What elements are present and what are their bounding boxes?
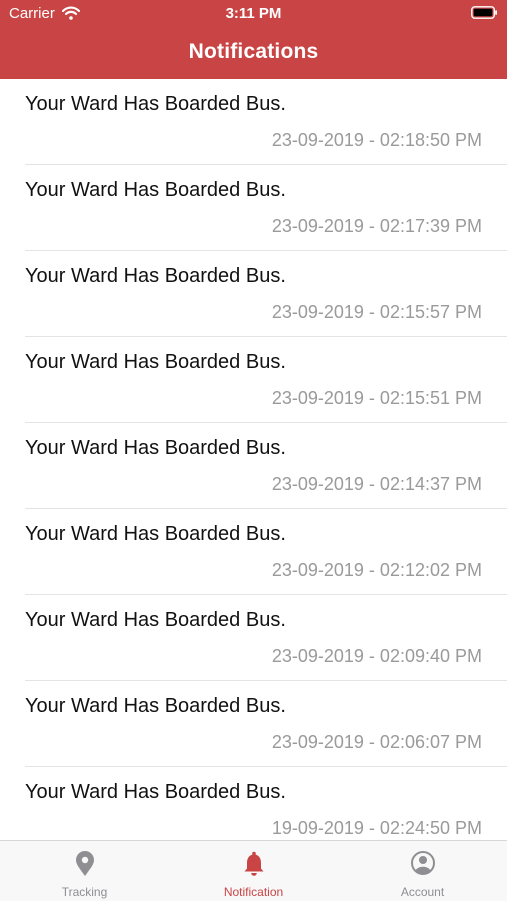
- notification-timestamp: 23-09-2019 - 02:18:50 PM: [271, 130, 482, 150]
- clock-time: 3:11 PM: [225, 5, 282, 22]
- location-pin-icon: [76, 851, 94, 876]
- tab-account[interactable]: Account: [338, 841, 507, 901]
- page-title: Notifications: [188, 40, 319, 63]
- notification-row[interactable]: Your Ward Has Boarded Bus. 23-09-2019 - 0…: [0, 165, 507, 251]
- notification-message: Your Ward Has Boarded Bus.: [25, 523, 286, 545]
- notification-row[interactable]: Your Ward Has Boarded Bus. 23-09-2019 - 0…: [0, 509, 507, 595]
- notification-row[interactable]: Your Ward Has Boarded Bus. 23-09-2019 - 0…: [0, 337, 507, 423]
- notification-row[interactable]: Your Ward Has Boarded Bus. 23-09-2019 - 0…: [0, 681, 507, 767]
- notification-timestamp: 19-09-2019 - 02:24:50 PM: [271, 818, 482, 838]
- tab-label: Notification: [223, 885, 284, 899]
- notification-message: Your Ward Has Boarded Bus.: [25, 93, 286, 115]
- notification-timestamp: 23-09-2019 - 02:14:37 PM: [271, 474, 482, 494]
- notification-message: Your Ward Has Boarded Bus.: [25, 351, 286, 373]
- notification-row[interactable]: Your Ward Has Boarded Bus. 23-09-2019 - 0…: [0, 595, 507, 681]
- notification-timestamp: 23-09-2019 - 02:06:07 PM: [271, 732, 482, 752]
- tab-bar: Tracking Notification Account: [0, 840, 507, 901]
- notification-message: Your Ward Has Boarded Bus.: [25, 437, 286, 459]
- notification-timestamp: 23-09-2019 - 02:15:51 PM: [271, 388, 482, 408]
- notification-row[interactable]: Your Ward Has Boarded Bus. 23-09-2019 - 0…: [0, 251, 507, 337]
- account-icon: [411, 851, 435, 875]
- app-header: Carrier 3:11 PM Notifications: [0, 0, 507, 79]
- notification-row[interactable]: Your Ward Has Boarded Bus. 19-09-2019 - 0…: [0, 767, 507, 840]
- notification-timestamp: 23-09-2019 - 02:12:02 PM: [271, 560, 482, 580]
- battery-icon: [471, 6, 497, 19]
- bell-icon: [244, 851, 264, 876]
- notification-timestamp: 23-09-2019 - 02:17:39 PM: [271, 216, 482, 236]
- notification-list[interactable]: Your Ward Has Boarded Bus. 23-09-2019 - 0…: [0, 79, 507, 840]
- status-bar: Carrier 3:11 PM: [0, 0, 507, 28]
- notification-message: Your Ward Has Boarded Bus.: [25, 265, 286, 287]
- notification-message: Your Ward Has Boarded Bus.: [25, 695, 286, 717]
- tab-tracking[interactable]: Tracking: [0, 841, 169, 901]
- notification-message: Your Ward Has Boarded Bus.: [25, 781, 286, 803]
- tab-label: Tracking: [61, 885, 108, 899]
- tab-notification[interactable]: Notification: [169, 841, 338, 901]
- notification-message: Your Ward Has Boarded Bus.: [25, 179, 286, 201]
- notification-timestamp: 23-09-2019 - 02:15:57 PM: [271, 302, 482, 322]
- notification-message: Your Ward Has Boarded Bus.: [25, 609, 286, 631]
- notification-timestamp: 23-09-2019 - 02:09:40 PM: [271, 646, 482, 666]
- notification-row[interactable]: Your Ward Has Boarded Bus. 23-09-2019 - 0…: [0, 423, 507, 509]
- notification-row[interactable]: Your Ward Has Boarded Bus. 23-09-2019 - 0…: [0, 79, 507, 165]
- tab-label: Account: [400, 885, 445, 899]
